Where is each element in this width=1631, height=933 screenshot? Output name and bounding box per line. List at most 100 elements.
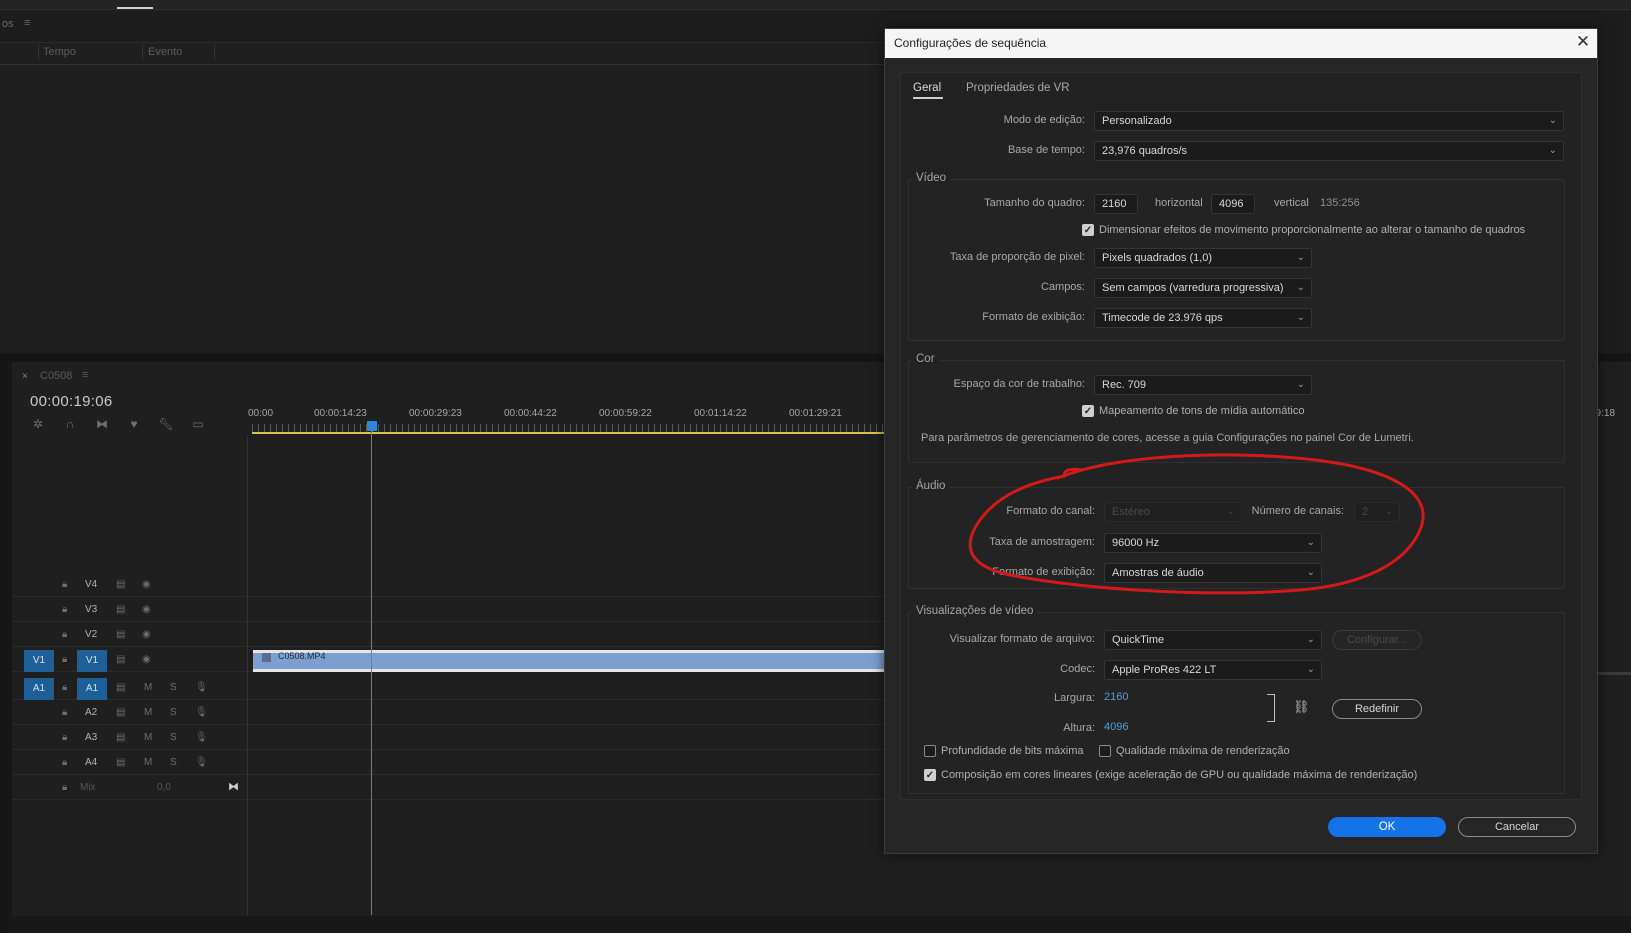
panel-menu-icon[interactable]: ≡ xyxy=(24,17,30,29)
work-area-bar[interactable] xyxy=(252,432,885,434)
sequence-tab[interactable]: C0508 xyxy=(40,370,72,382)
cancel-button[interactable]: Cancelar xyxy=(1458,817,1576,837)
microphone-icon[interactable]: 🎙︎ xyxy=(195,757,208,768)
track-name[interactable]: V3 xyxy=(85,604,97,615)
captions-icon[interactable]: ▭ xyxy=(190,417,206,431)
sequence-menu-icon[interactable]: ≡ xyxy=(82,369,88,381)
max-bit-depth-checkbox[interactable] xyxy=(924,745,936,757)
working-space-select[interactable]: Rec. 709 ⌄ xyxy=(1094,375,1312,395)
microphone-icon[interactable]: 🎙︎ xyxy=(195,732,208,743)
playhead-handle[interactable] xyxy=(367,421,377,431)
column-separator[interactable] xyxy=(38,44,39,60)
sync-lock-icon[interactable]: ▤ xyxy=(116,579,125,590)
sync-lock-icon[interactable]: ▤ xyxy=(116,732,125,743)
track-name[interactable]: A3 xyxy=(85,732,97,743)
mix-value[interactable]: 0,0 xyxy=(157,782,171,793)
frame-height-input[interactable]: 4096 xyxy=(1211,194,1255,214)
channel-count-select[interactable]: 2 ⌄ xyxy=(1354,502,1400,522)
column-separator[interactable] xyxy=(214,44,215,60)
lock-icon[interactable]: 🔒︎ xyxy=(62,654,67,665)
track-header: 🔒︎ A4 ▤ M S 🎙︎ xyxy=(12,751,247,775)
source-patch[interactable]: V1 xyxy=(24,650,54,672)
microphone-icon[interactable]: 🎙︎ xyxy=(195,707,208,718)
preview-height-value[interactable]: 4096 xyxy=(1104,721,1128,733)
lock-icon[interactable]: 🔒︎ xyxy=(62,579,67,590)
eye-icon[interactable]: ◉ xyxy=(142,579,151,590)
mute-button[interactable]: M xyxy=(144,707,152,718)
eye-icon[interactable]: ◉ xyxy=(142,629,151,640)
sync-lock-icon[interactable]: ▤ xyxy=(116,654,125,665)
linear-color-checkbox[interactable]: ✓ xyxy=(924,769,936,781)
mute-button[interactable]: M xyxy=(144,732,152,743)
time-ruler[interactable] xyxy=(252,424,885,432)
wrench-icon[interactable]: 🔧︎ xyxy=(158,417,174,431)
close-icon[interactable]: ✕ xyxy=(1574,32,1592,52)
fields-label: Campos: xyxy=(1040,281,1085,293)
track-name[interactable]: V2 xyxy=(85,629,97,640)
tab-propriedades-vr[interactable]: Propriedades de VR xyxy=(966,82,1070,94)
ok-button[interactable]: OK xyxy=(1328,817,1446,837)
frame-width-input[interactable]: 2160 xyxy=(1094,194,1138,214)
track-name[interactable]: A4 xyxy=(85,757,97,768)
sync-lock-icon[interactable]: ▤ xyxy=(116,682,125,693)
preview-width-value[interactable]: 2160 xyxy=(1104,691,1128,703)
configure-button[interactable]: Configurar... xyxy=(1332,630,1422,650)
track-name[interactable]: V4 xyxy=(85,579,97,590)
track-name[interactable]: A1 xyxy=(77,678,107,700)
snap-icon[interactable]: ∩ xyxy=(62,417,78,431)
playhead-timecode[interactable]: 00:00:19:06 xyxy=(30,393,113,410)
link-chain-icon[interactable]: ⛓︎ xyxy=(1293,699,1310,715)
sync-lock-icon[interactable]: ▤ xyxy=(116,757,125,768)
lock-icon[interactable]: 🔒︎ xyxy=(62,604,67,615)
codec-label: Codec: xyxy=(1060,663,1095,675)
sync-lock-icon[interactable]: ▤ xyxy=(116,604,125,615)
codec-select[interactable]: Apple ProRes 422 LT ⌄ xyxy=(1104,660,1322,680)
track-name[interactable]: V1 xyxy=(77,650,107,672)
timebase-select[interactable]: 23,976 quadros/s ⌄ xyxy=(1094,141,1564,161)
lock-icon[interactable]: 🔒︎ xyxy=(62,757,67,768)
column-separator[interactable] xyxy=(142,44,143,60)
eye-icon[interactable]: ◉ xyxy=(142,604,151,615)
lock-icon[interactable]: 🔒︎ xyxy=(62,629,67,640)
reset-button[interactable]: Redefinir xyxy=(1332,699,1422,719)
microphone-icon[interactable]: 🎙︎ xyxy=(195,682,208,693)
lock-icon[interactable]: 🔒︎ xyxy=(62,707,67,718)
audio-display-format-select[interactable]: Amostras de áudio ⌄ xyxy=(1104,563,1322,583)
bottom-scrollbar[interactable] xyxy=(12,916,1631,933)
lock-icon[interactable]: 🔒︎ xyxy=(62,782,67,793)
edit-mode-select[interactable]: Personalizado ⌄ xyxy=(1094,111,1564,131)
close-sequence-icon[interactable]: × xyxy=(22,371,28,382)
mute-button[interactable]: M xyxy=(144,682,152,693)
nest-icon[interactable]: ✲ xyxy=(30,417,46,431)
solo-button[interactable]: S xyxy=(170,707,177,718)
solo-button[interactable]: S xyxy=(170,757,177,768)
mute-button[interactable]: M xyxy=(144,757,152,768)
solo-button[interactable]: S xyxy=(170,682,177,693)
pixel-aspect-select[interactable]: Pixels quadrados (1,0) ⌄ xyxy=(1094,248,1312,268)
column-header-tempo[interactable]: Tempo xyxy=(43,46,76,58)
scale-motion-checkbox[interactable]: ✓ xyxy=(1082,224,1094,236)
track-name[interactable]: A2 xyxy=(85,707,97,718)
source-patch[interactable]: A1 xyxy=(24,678,54,700)
fields-select[interactable]: Sem campos (varredura progressiva) ⌄ xyxy=(1094,278,1312,298)
eye-icon[interactable]: ◉ xyxy=(142,654,151,665)
sync-lock-icon[interactable]: ▤ xyxy=(116,629,125,640)
sample-rate-label: Taxa de amostragem: xyxy=(989,536,1095,548)
preview-file-format-select[interactable]: QuickTime ⌄ xyxy=(1104,630,1322,650)
tone-mapping-checkbox[interactable]: ✓ xyxy=(1082,405,1094,417)
lock-icon[interactable]: 🔒︎ xyxy=(62,732,67,743)
tab-geral[interactable]: Geral xyxy=(913,82,941,94)
video-display-format-select[interactable]: Timecode de 23.976 qps ⌄ xyxy=(1094,308,1312,328)
max-render-quality-checkbox[interactable] xyxy=(1099,745,1111,757)
column-header-evento[interactable]: Evento xyxy=(148,46,182,58)
solo-button[interactable]: S xyxy=(170,732,177,743)
video-clip[interactable] xyxy=(253,650,885,672)
go-to-end-icon[interactable]: ⧓ xyxy=(228,780,239,793)
channel-format-select[interactable]: Estéreo ⌄ xyxy=(1104,502,1242,522)
lock-icon[interactable]: 🔒︎ xyxy=(62,682,67,693)
sample-rate-select[interactable]: 96000 Hz ⌄ xyxy=(1104,533,1322,553)
sync-lock-icon[interactable]: ▤ xyxy=(116,707,125,718)
playhead-line[interactable] xyxy=(371,430,372,915)
linked-selection-icon[interactable]: ⧓ xyxy=(94,417,110,431)
add-marker-icon[interactable]: ♥ xyxy=(126,417,142,431)
